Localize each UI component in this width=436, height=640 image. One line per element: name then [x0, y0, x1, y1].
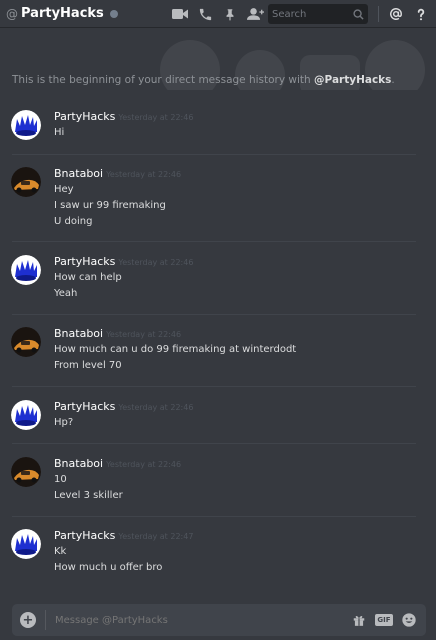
status-indicator	[109, 9, 118, 18]
author-name[interactable]: PartyHacks	[54, 110, 115, 123]
message-text: Hey	[54, 184, 74, 195]
avatar[interactable]	[11, 457, 41, 487]
message-timestamp: Yesterday at 22:46	[118, 113, 194, 122]
message-text: I saw ur 99 firemaking	[54, 200, 166, 211]
message-text: Yeah	[54, 288, 78, 299]
search-placeholder: Search	[272, 8, 307, 20]
message-timestamp: Yesterday at 22:47	[118, 532, 194, 541]
avatar[interactable]	[11, 167, 41, 197]
avatar[interactable]	[11, 255, 41, 285]
message-divider	[12, 386, 416, 387]
message-author[interactable]: PartyHacks Yesterday at 22:46	[54, 400, 193, 413]
channel-header: @ PartyHacks Search	[0, 0, 436, 28]
message-text: How can help	[54, 272, 122, 283]
message-timestamp: Yesterday at 22:46	[118, 258, 194, 267]
message-text: Hp?	[54, 417, 74, 428]
message-timestamp: Yesterday at 22:46	[106, 330, 182, 339]
message-text: How much can u do 99 firemaking at winte…	[54, 344, 297, 355]
toolbar-divider	[378, 6, 379, 22]
avatar[interactable]	[11, 400, 41, 430]
message-composer: + GIF	[12, 604, 426, 636]
message-divider	[12, 443, 416, 444]
gif-icon: GIF	[375, 614, 393, 626]
avatar[interactable]	[11, 529, 41, 559]
search-icon	[353, 5, 364, 24]
help-icon[interactable]	[412, 5, 430, 23]
message-text: Hi	[54, 127, 65, 138]
voice-call-icon[interactable]	[196, 5, 214, 23]
avatar[interactable]	[11, 327, 41, 357]
dm-recipient-name[interactable]: PartyHacks	[21, 6, 104, 21]
dm-history-intro: This is the beginning of your direct mes…	[12, 74, 422, 86]
emoji-icon[interactable]	[400, 611, 418, 629]
upload-plus-icon[interactable]: +	[20, 612, 36, 628]
composer-divider	[45, 610, 46, 630]
message-author[interactable]: PartyHacks Yesterday at 22:46	[54, 110, 193, 123]
message-timestamp: Yesterday at 22:46	[118, 403, 194, 412]
message-text: Kk	[54, 546, 67, 557]
message-text: How much u offer bro	[54, 562, 163, 573]
gif-button[interactable]: GIF	[375, 611, 393, 629]
intro-end: .	[391, 74, 395, 86]
avatar[interactable]	[11, 110, 41, 140]
author-name[interactable]: Bnataboi	[54, 327, 103, 340]
message-input[interactable]	[55, 614, 350, 626]
message-divider	[12, 241, 416, 242]
intro-text: This is the beginning of your direct mes…	[12, 74, 315, 86]
message-text: U doing	[54, 216, 93, 227]
mention-icon[interactable]	[387, 5, 405, 23]
video-call-icon[interactable]	[171, 5, 189, 23]
message-author[interactable]: PartyHacks Yesterday at 22:46	[54, 255, 193, 268]
gift-icon[interactable]	[350, 611, 368, 629]
author-name[interactable]: PartyHacks	[54, 529, 115, 542]
intro-user-mention[interactable]: @PartyHacks	[314, 74, 391, 86]
message-author[interactable]: PartyHacks Yesterday at 22:47	[54, 529, 193, 542]
message-divider	[12, 516, 416, 517]
message-divider	[12, 154, 416, 155]
message-divider	[12, 314, 416, 315]
author-name[interactable]: PartyHacks	[54, 400, 115, 413]
at-icon: @	[6, 6, 18, 21]
message-author[interactable]: Bnataboi Yesterday at 22:46	[54, 457, 181, 470]
message-text: From level 70	[54, 360, 122, 371]
message-timestamp: Yesterday at 22:46	[106, 460, 182, 469]
message-timestamp: Yesterday at 22:46	[106, 170, 182, 179]
message-text: 10	[54, 474, 67, 485]
message-text: Level 3 skiller	[54, 490, 123, 501]
author-name[interactable]: PartyHacks	[54, 255, 115, 268]
author-name[interactable]: Bnataboi	[54, 457, 103, 470]
search-input[interactable]: Search	[268, 4, 368, 24]
add-friend-icon[interactable]	[246, 5, 264, 23]
author-name[interactable]: Bnataboi	[54, 167, 103, 180]
pin-icon[interactable]	[221, 5, 239, 23]
message-author[interactable]: Bnataboi Yesterday at 22:46	[54, 327, 181, 340]
message-author[interactable]: Bnataboi Yesterday at 22:46	[54, 167, 181, 180]
